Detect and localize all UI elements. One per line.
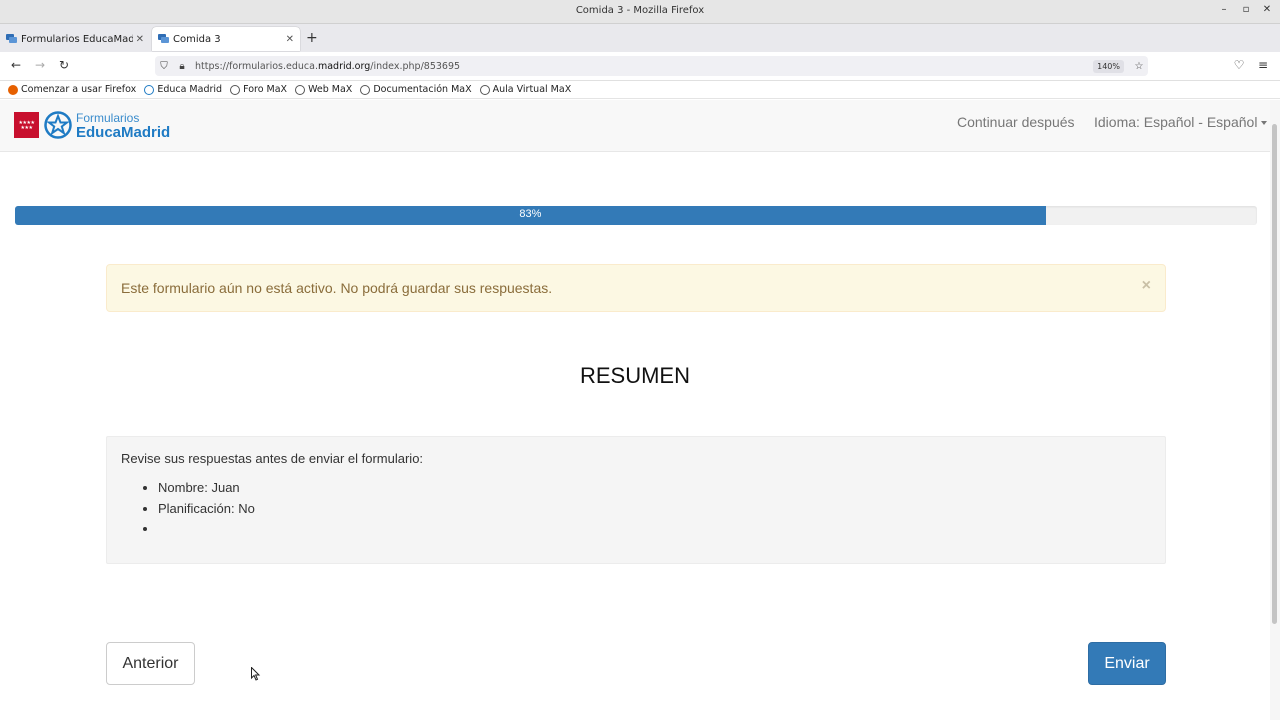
close-tab-icon[interactable]: ✕	[286, 34, 294, 45]
bookmark-item[interactable]: Web MaX	[295, 84, 352, 95]
bookmark-label: Foro MaX	[243, 84, 288, 95]
globe-icon	[230, 84, 241, 95]
caret-down-icon	[1261, 121, 1268, 126]
maximize-button[interactable]: ▫	[1238, 4, 1254, 15]
bookmark-label: Aula Virtual MaX	[492, 84, 572, 95]
educamadrid-icon	[144, 84, 155, 95]
menu-icon[interactable]: ≡	[1254, 58, 1272, 72]
navigation-bar: ← → ↻ ⛉ 🔒︎ https://formularios.educa.mad…	[0, 52, 1280, 81]
list-item	[158, 521, 255, 542]
tab-label: Formularios EducaMadrid	[21, 33, 133, 45]
submit-button[interactable]: Enviar	[1088, 642, 1166, 685]
language-dropdown[interactable]: Idioma: Español - Español	[1094, 114, 1268, 130]
reload-icon[interactable]: ↻	[55, 58, 73, 72]
bookmark-item[interactable]: Aula Virtual MaX	[479, 84, 572, 95]
close-window-button[interactable]: ✕	[1259, 4, 1275, 15]
shield-icon[interactable]: ⛉	[155, 61, 173, 72]
minimize-button[interactable]: –	[1216, 4, 1232, 15]
forward-arrow-icon[interactable]: →	[31, 58, 49, 72]
url-domain: madrid.org	[317, 60, 371, 72]
list-item: Nombre: Juan	[158, 480, 255, 501]
page-title: RESUMEN	[579, 363, 690, 388]
logo-subtitle[interactable]: Formularios	[76, 111, 139, 125]
inactive-form-alert: Este formulario aún no está activo. No p…	[106, 264, 1166, 312]
list-item: Planificación: No	[158, 501, 255, 522]
bookmark-item[interactable]: Comenzar a usar Firefox	[8, 84, 136, 95]
mouse-cursor-icon	[251, 667, 261, 681]
bookmark-item[interactable]: Foro MaX	[230, 84, 287, 95]
madrid-flag-logo: ★★★★ ★★★	[14, 112, 39, 138]
window-title: Comida 3 - Mozilla Firefox	[575, 5, 705, 16]
summary-intro: Revise sus respuestas antes de enviar el…	[121, 451, 424, 466]
tab-strip: Formularios EducaMadrid ✕ Comida 3 ✕ +	[0, 24, 1280, 52]
tab-formularios[interactable]: Formularios EducaMadrid ✕	[0, 27, 150, 51]
continue-later-link[interactable]: Continuar después	[957, 114, 1075, 130]
close-tab-icon[interactable]: ✕	[136, 34, 144, 45]
back-arrow-icon[interactable]: ←	[7, 58, 25, 72]
bookmark-label: Web MaX	[308, 84, 353, 95]
summary-panel: Revise sus respuestas antes de enviar el…	[106, 436, 1166, 564]
lock-icon[interactable]: 🔒︎	[173, 61, 191, 72]
window-titlebar: Comida 3 - Mozilla Firefox – ▫ ✕	[0, 0, 1280, 24]
pocket-icon[interactable]: ♡	[1230, 58, 1248, 72]
site-navbar: ★★★★ ★★★ Formularios EducaMadrid Continua…	[0, 100, 1270, 152]
progress-fill: 83%	[15, 206, 1046, 225]
bookmark-label: Documentación MaX	[373, 84, 472, 95]
globe-icon	[295, 84, 306, 95]
language-label: Idioma: Español - Español	[1094, 114, 1258, 130]
url-text[interactable]: https://formularios.educa.madrid.org/ind…	[191, 61, 1093, 72]
url-suffix: /index.php/853695	[370, 60, 461, 72]
progress-bar: 83%	[15, 206, 1257, 225]
bookmark-item[interactable]: Educa Madrid	[144, 84, 222, 95]
tab-comida-3[interactable]: Comida 3 ✕	[152, 27, 300, 51]
summary-list: Nombre: Juan Planificación: No	[158, 480, 255, 542]
globe-icon	[479, 84, 490, 95]
educamadrid-emblem-icon	[44, 111, 72, 139]
bookmark-label: Educa Madrid	[157, 84, 223, 95]
globe-icon	[360, 84, 371, 95]
alert-message: Este formulario aún no está activo. No p…	[121, 280, 553, 296]
url-bar[interactable]: ⛉ 🔒︎ https://formularios.educa.madrid.or…	[155, 56, 1148, 76]
close-alert-icon[interactable]: ×	[1142, 277, 1151, 295]
zoom-level[interactable]: 140%	[1093, 59, 1124, 73]
bookmarks-bar: Comenzar a usar Firefox Educa Madrid For…	[0, 81, 1280, 99]
firefox-icon	[8, 84, 18, 95]
chat-icon	[158, 34, 169, 43]
new-tab-icon[interactable]: +	[306, 30, 318, 46]
bookmark-star-icon[interactable]: ☆	[1130, 61, 1148, 72]
bookmark-item[interactable]: Documentación MaX	[360, 84, 472, 95]
bookmark-label: Comenzar a usar Firefox	[21, 84, 137, 95]
scrollbar-thumb[interactable]	[1272, 124, 1277, 624]
tab-label: Comida 3	[173, 33, 221, 45]
logo-title[interactable]: EducaMadrid	[76, 124, 170, 141]
previous-button[interactable]: Anterior	[106, 642, 195, 685]
url-prefix: https://formularios.educa.	[195, 60, 318, 72]
chat-icon	[6, 34, 17, 43]
page-scrollbar[interactable]	[1270, 100, 1280, 720]
page-content: ★★★★ ★★★ Formularios EducaMadrid Continua…	[0, 100, 1270, 720]
